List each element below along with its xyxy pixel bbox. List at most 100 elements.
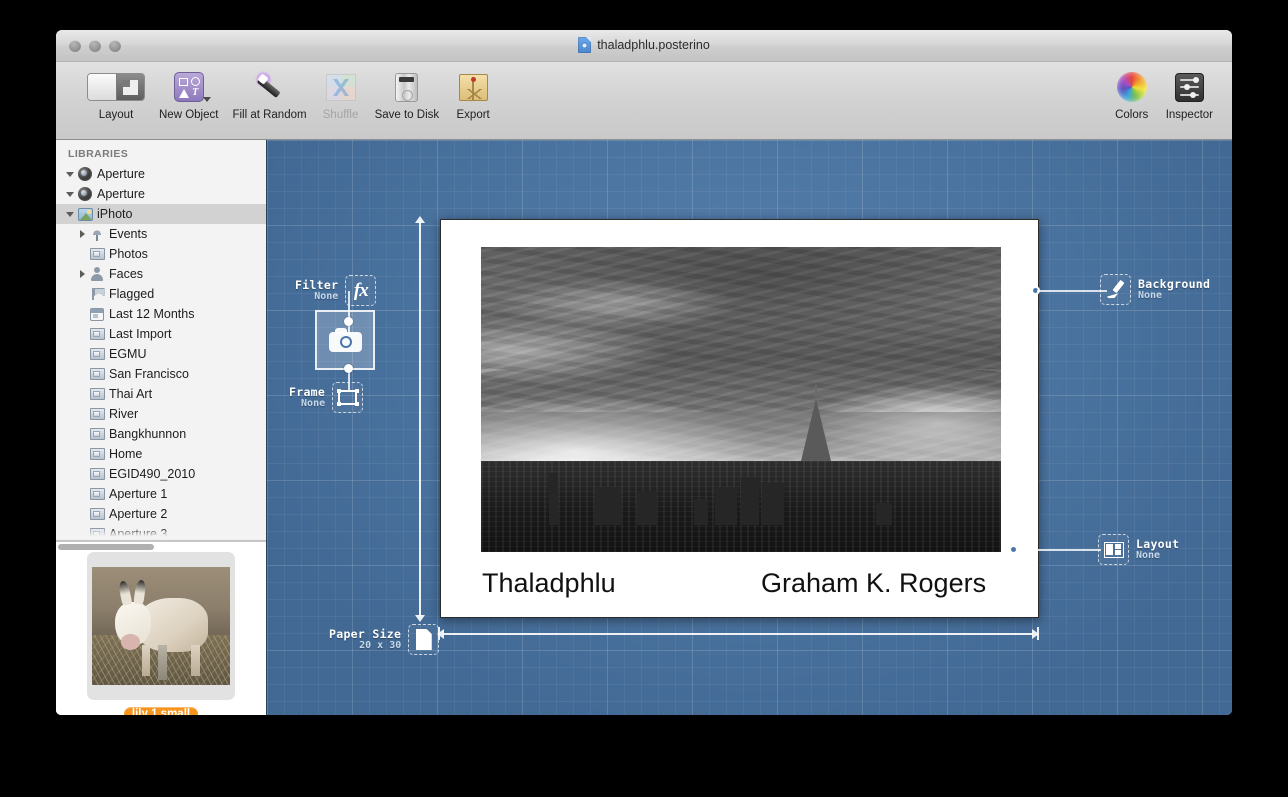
blueprint-canvas[interactable]: Thaladphlu Graham K. Rogers Filter None … [267,140,1232,715]
sidebar-item-label: San Francisco [109,367,189,381]
album-icon [88,408,106,420]
poster-author-text[interactable]: Graham K. Rogers [761,568,986,599]
annotation-frame-label: Frame [289,384,326,399]
annotation-filter[interactable]: Filter None fx [295,275,377,306]
image-placeholder-node[interactable] [315,310,375,370]
annotation-paper-size-value: 20 x 30 [359,640,402,652]
window-title-bar: thaladphlu.posterino [56,30,1232,62]
library-list[interactable]: Aperture Aperture iPhoto Events Photos Faces F… [56,164,266,540]
annotation-frame[interactable]: Frame None [289,382,364,413]
connector-background [1037,290,1107,292]
pagoda-silhouette [800,384,831,461]
sidebar-item-last-12-months[interactable]: Last 12 Months [56,304,266,324]
paintbrush-icon[interactable] [1100,274,1131,305]
layout-grid-icon[interactable] [1098,534,1129,565]
sidebar-item-aperture[interactable]: Aperture [56,164,266,184]
annotation-filter-label: Filter [295,277,339,292]
color-wheel-icon [1116,68,1147,106]
annotation-background[interactable]: Background None [1100,274,1210,305]
album-icon [88,508,106,520]
toolbar-button-shuffle[interactable]: Shuffle [314,68,368,121]
poster-title-text[interactable]: Thaladphlu [482,568,616,599]
envelope-export-icon [458,68,488,106]
chevron-down-icon[interactable] [64,191,76,197]
toolbar-button-colors[interactable]: Colors [1105,68,1159,121]
sidebar-item-aperture-2[interactable]: Aperture 2 [56,504,266,524]
sidebar-item-label: Aperture 3 [109,527,168,540]
donkey-foal-photo [92,567,230,685]
height-measurement-line [415,216,425,622]
chevron-down-icon[interactable] [64,171,76,177]
sidebar-item-label: EGMU [109,347,147,361]
sidebar-item-events[interactable]: Events [56,224,266,244]
sidebar-item-last-import[interactable]: Last Import [56,324,266,344]
window-body: LIBRARIES Aperture Aperture iPhoto Events Ph… [56,140,1232,715]
sidebar-item-aperture-1[interactable]: Aperture 1 [56,484,266,504]
hard-disk-icon [395,68,419,106]
toolbar-button-fill-at-random[interactable]: Fill at Random [225,68,313,121]
sidebar-item-label: Aperture [97,187,145,201]
poster-image[interactable] [481,247,1001,552]
toolbar-label-export: Export [456,109,490,121]
sidebar-item-label: Photos [109,247,148,261]
sidebar-item-egid490-2010[interactable]: EGID490_2010 [56,464,266,484]
sidebar-item-thai-art[interactable]: Thai Art [56,384,266,404]
chevron-down-icon[interactable] [64,211,76,217]
toolbar-label-inspector: Inspector [1165,109,1213,121]
library-list-horizontal-scrollbar[interactable] [56,540,266,550]
sidebar-item-label: Last 12 Months [109,307,195,321]
sidebar-item-iphoto[interactable]: iPhoto [56,204,266,224]
toolbar-button-inspector[interactable]: Inspector [1159,68,1220,121]
annotation-paper-size[interactable]: Paper Size 20 x 30 [329,624,440,655]
toolbar-label-colors: Colors [1115,109,1149,121]
annotation-background-value: None [1138,290,1163,302]
annotation-background-label: Background [1138,276,1211,291]
magic-wand-icon [253,68,287,106]
sidebar-item-aperture[interactable]: Aperture [56,184,266,204]
sidebar-item-aperture-3[interactable]: Aperture 3 [56,524,266,540]
chevron-down-icon[interactable] [202,97,211,102]
sidebar-item-flagged[interactable]: Flagged [56,284,266,304]
annotation-layout[interactable]: Layout None [1098,534,1179,565]
sidebar-item-bangkhunnon[interactable]: Bangkhunnon [56,424,266,444]
iphoto-icon [76,207,94,221]
sidebar-item-faces[interactable]: Faces [56,264,266,284]
thumbnail-preview-pane: lily 1 small [56,541,266,715]
album-icon [88,368,106,380]
chevron-right-icon[interactable] [76,270,88,278]
sidebar-item-san-francisco[interactable]: San Francisco [56,364,266,384]
thumbnail-card[interactable] [87,552,235,700]
toolbar-button-export[interactable]: Export [446,68,500,121]
album-icon [88,528,106,540]
album-icon [88,348,106,360]
toolbar-button-save-to-disk[interactable]: Save to Disk [368,68,447,121]
camera-icon [328,328,362,352]
toolbar-right-group: Colors Inspector [1105,68,1220,121]
window-title-text: thaladphlu.posterino [597,38,710,52]
annotation-filter-value: None [314,291,339,303]
chevron-right-icon[interactable] [76,230,88,238]
events-icon [88,227,106,241]
layout-segmented-icon [87,68,145,106]
sidebar-item-photos[interactable]: Photos [56,244,266,264]
toolbar-button-new-object[interactable]: T New Object [152,68,225,121]
frame-icon[interactable] [332,382,364,413]
sidebar-item-egmu[interactable]: EGMU [56,344,266,364]
toolbar-button-layout[interactable]: Layout [80,68,152,121]
sidebar-item-home[interactable]: Home [56,444,266,464]
libraries-sidebar: LIBRARIES Aperture Aperture iPhoto Events Ph… [56,140,267,715]
toolbar-label-save-to-disk: Save to Disk [374,109,440,121]
shuffle-icon [325,68,356,106]
album-icon [88,248,106,260]
inspector-sliders-icon [1174,68,1204,106]
width-measurement-line [437,629,1039,639]
sidebar-item-river[interactable]: River [56,404,266,424]
album-icon [88,328,106,340]
page-icon[interactable] [408,624,440,655]
thumbnail-filename-badge: lily 1 small [123,707,199,715]
poster-page[interactable]: Thaladphlu Graham K. Rogers [440,219,1039,618]
aperture-icon [76,167,94,181]
window-title: thaladphlu.posterino [56,37,1232,53]
toolbar-label-new-object: New Object [159,109,219,121]
sidebar-item-label: Flagged [109,287,155,301]
